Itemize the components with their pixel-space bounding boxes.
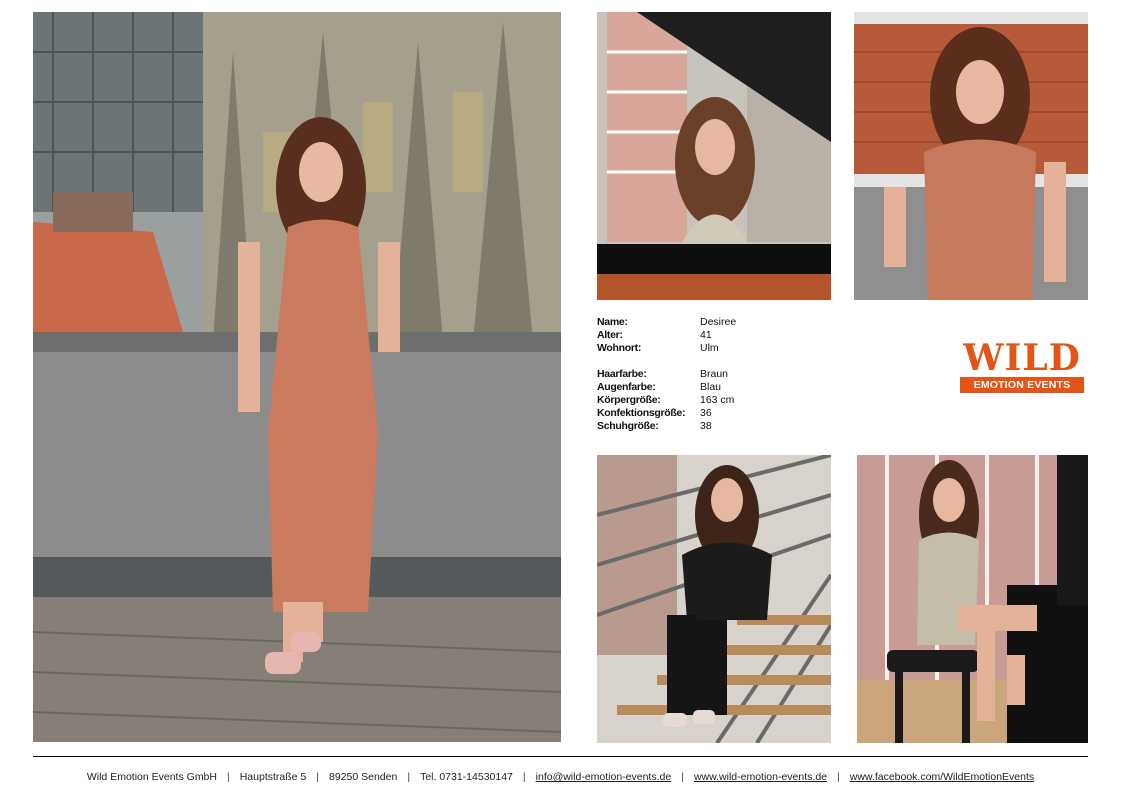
profile-row-shoe-size: Schuhgröße: 38 <box>597 420 797 433</box>
profile-row-hair-color: Haarfarbe: Braun <box>597 368 797 381</box>
footer-city: 89250 Senden <box>329 771 398 783</box>
profile-label: Haarfarbe: <box>597 368 647 380</box>
footer-separator: | <box>407 771 411 783</box>
profile-row-height: Körpergröße: 163 cm <box>597 394 797 407</box>
profile-label: Körpergröße: <box>597 394 661 406</box>
profile-label: Augenfarbe: <box>597 381 656 393</box>
profile-label: Name: <box>597 316 628 328</box>
profile-label: Alter: <box>597 329 623 341</box>
main-photo <box>33 12 561 742</box>
footer-phone: Tel. 0731-14530147 <box>420 771 513 783</box>
piano-portrait-photo <box>597 12 831 300</box>
profile-value: 163 cm <box>700 394 735 406</box>
footer-separator: | <box>522 771 526 783</box>
profile-value: Blau <box>700 381 722 393</box>
footer-street: Hauptstraße 5 <box>239 771 307 783</box>
profile-value: 36 <box>700 407 712 419</box>
profile-value: Ulm <box>700 342 719 354</box>
profile-value: 41 <box>700 329 712 341</box>
logo-tagline: EMOTION EVENTS <box>960 377 1084 393</box>
footer-separator: | <box>837 771 840 783</box>
profile-value: 38 <box>700 420 712 432</box>
footer-facebook-link[interactable]: www.facebook.com/WildEmotionEvents <box>850 771 1034 783</box>
profile-label: Schuhgröße: <box>597 420 659 432</box>
profile-value: Braun <box>700 368 729 380</box>
footer-divider <box>33 756 1088 757</box>
footer-separator: | <box>316 771 319 783</box>
footer-company: Wild Emotion Events GmbH <box>86 771 217 783</box>
footer-website-link[interactable]: www.wild-emotion-events.de <box>694 771 827 783</box>
footer-separator: | <box>226 771 230 783</box>
profile-label: Wohnort: <box>597 342 642 354</box>
logo-wordmark: WILD <box>963 337 1081 379</box>
footer-email-link[interactable]: info@wild-emotion-events.de <box>536 771 672 783</box>
profile-details: Name: Desiree Alter: 41 Wohnort: Ulm Haa… <box>597 316 797 433</box>
profile-row-name: Name: Desiree <box>597 316 797 329</box>
profile-row-age: Alter: 41 <box>597 329 797 342</box>
wild-emotion-events-logo: WILD EMOTION EVENTS <box>960 340 1084 394</box>
profile-row-dress-size: Konfektionsgröße: 36 <box>597 407 797 420</box>
profile-row-residence: Wohnort: Ulm <box>597 342 797 355</box>
rooftop-portrait-photo <box>854 12 1088 300</box>
footer-separator: | <box>681 771 684 783</box>
profile-label: Konfektionsgröße: <box>597 407 686 419</box>
profile-value: Desiree <box>700 316 737 328</box>
piano-seated-photo <box>857 455 1088 743</box>
profile-row-eye-color: Augenfarbe: Blau <box>597 381 797 394</box>
stairs-photo <box>597 455 831 743</box>
footer: Wild Emotion Events GmbH | Hauptstraße 5… <box>33 769 1088 785</box>
